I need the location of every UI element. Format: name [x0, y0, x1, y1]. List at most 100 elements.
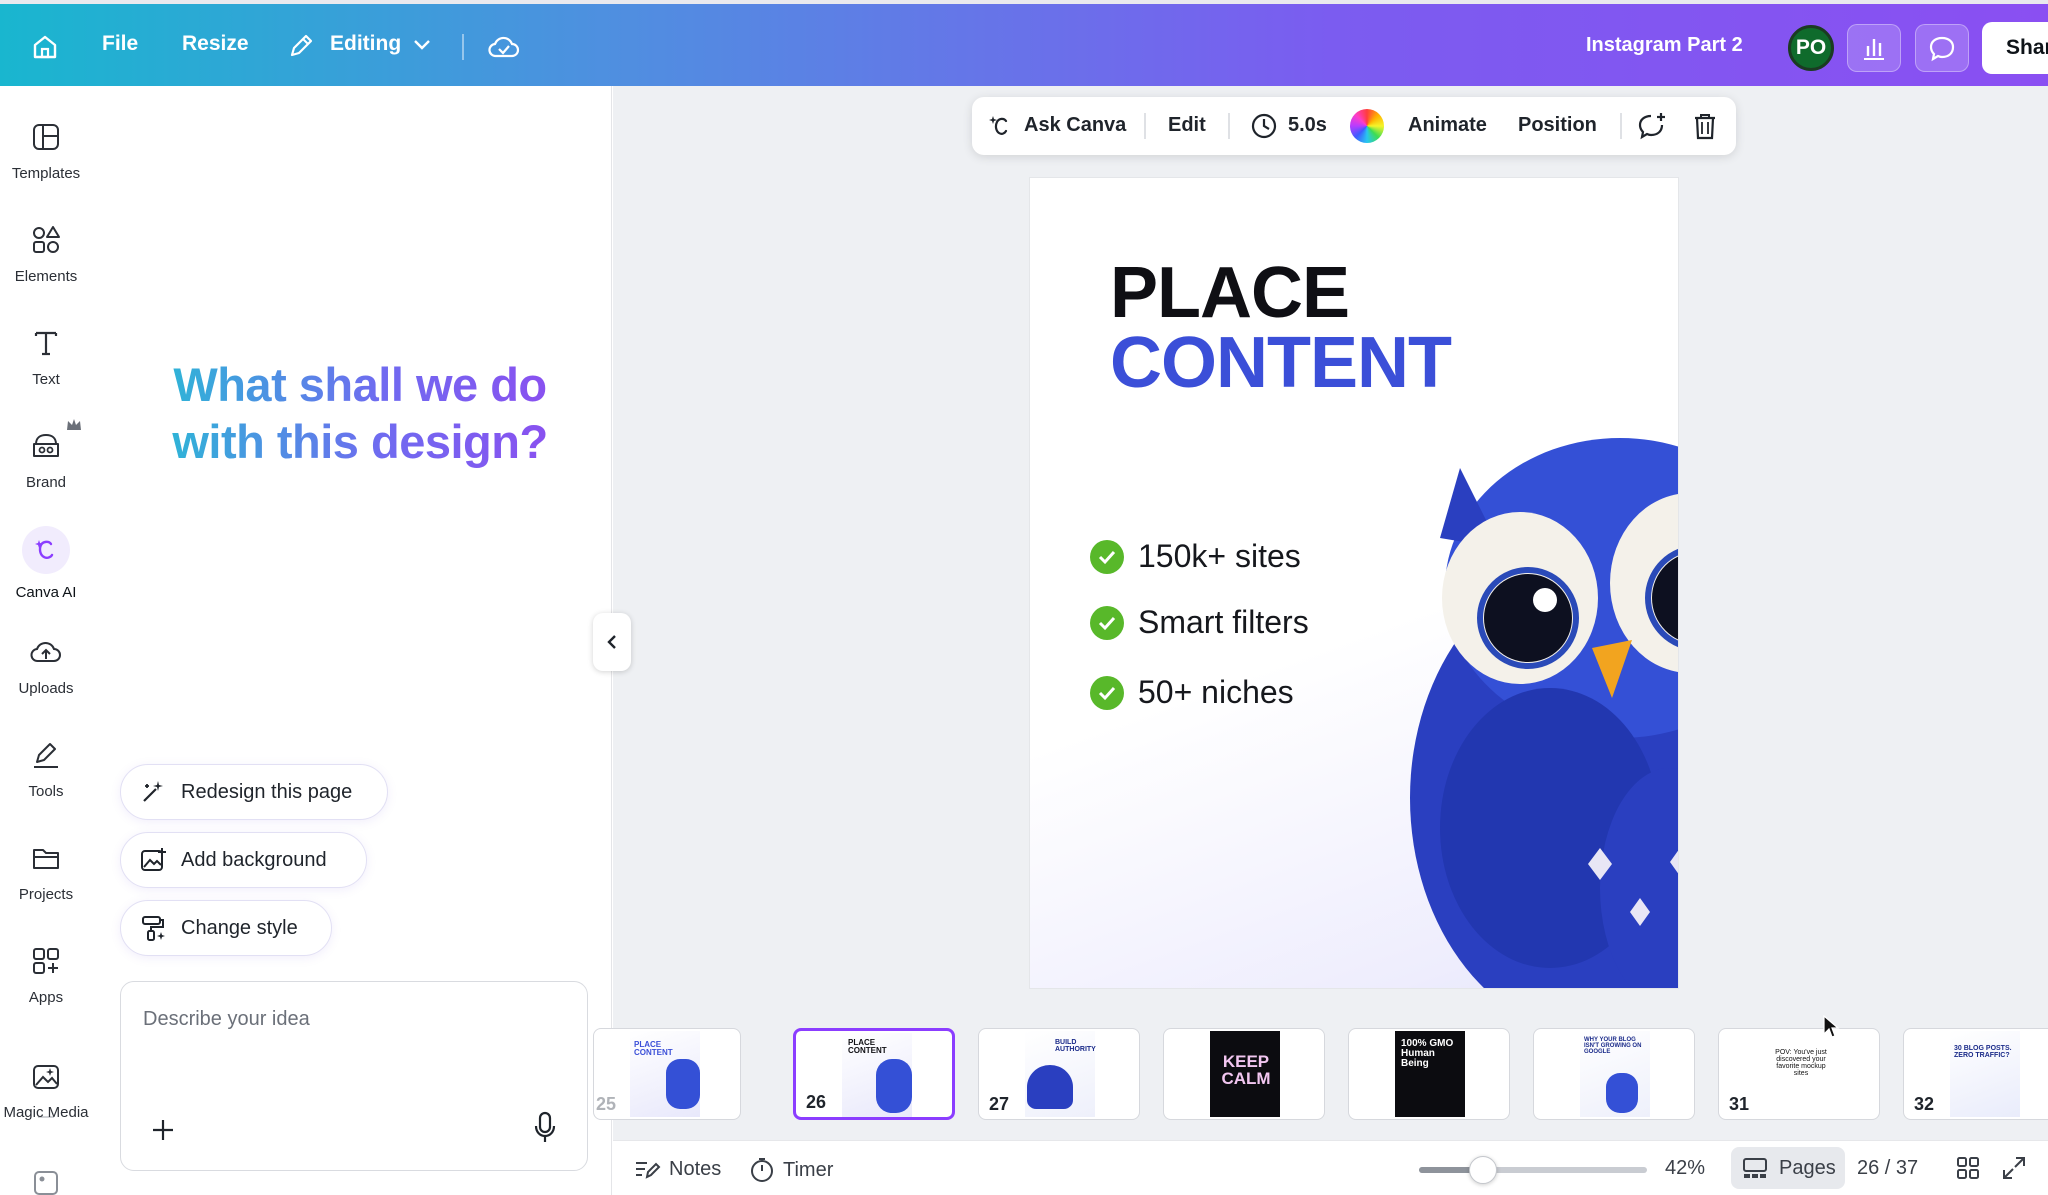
thumbnail-preview-text: 100% GMO Human Being: [1401, 1038, 1454, 1069]
timer-label: Timer: [783, 1158, 834, 1181]
design-bullet-text: 150k+ sites: [1138, 538, 1301, 574]
canva-ai-icon: [22, 526, 70, 574]
edit-button[interactable]: Edit: [1168, 114, 1206, 137]
rail-item-elements[interactable]: Elements: [0, 222, 92, 285]
thumbnail-preview-text: BUILD AUTHORITY: [1055, 1039, 1096, 1053]
change-style-label: Change style: [181, 916, 298, 939]
page-thumbnail[interactable]: 100% GMO Human Being 29: [1348, 1028, 1510, 1120]
avatar[interactable]: PO: [1788, 25, 1834, 71]
thumbnail-preview: 100% GMO Human Being: [1395, 1031, 1465, 1117]
timer-button[interactable]: Timer: [749, 1157, 833, 1183]
rail-item-uploads[interactable]: Uploads: [0, 634, 92, 697]
page-thumbnail[interactable]: WHY YOUR BLOG ISN'T GROWING ON GOOGLE 30: [1533, 1028, 1695, 1120]
thumbnail-preview: KEEP CALM: [1210, 1031, 1280, 1117]
rail-item-projects[interactable]: Projects: [0, 840, 92, 903]
rail-item-templates[interactable]: Templates: [0, 119, 92, 182]
rail-label-elements: Elements: [14, 268, 78, 285]
elements-icon: [28, 222, 64, 258]
apps-icon: [28, 943, 64, 979]
design-page[interactable]: PLACE CONTENT 150k+ sites Smart filters …: [1030, 178, 1678, 988]
thumbnail-preview: PLACE CONTENT: [842, 1033, 912, 1117]
redesign-page-button[interactable]: Redesign this page: [120, 764, 388, 820]
page-thumbnail[interactable]: 30 BLOG POSTS. ZERO TRAFFIC? 32: [1903, 1028, 2048, 1120]
resize-menu[interactable]: Resize: [182, 32, 249, 56]
page-thumbnail[interactable]: POV: You've just discovered your favorit…: [1718, 1028, 1880, 1120]
thumbnail-number: 31: [1729, 1094, 1750, 1114]
notes-button[interactable]: Notes: [633, 1157, 721, 1181]
home-icon[interactable]: [28, 30, 62, 64]
comments-button[interactable]: [1915, 24, 1969, 72]
design-title-line2[interactable]: CONTENT: [1110, 322, 1452, 404]
rail-item-apps[interactable]: Apps: [0, 943, 92, 1006]
thumbnail-number: 28: [1174, 1094, 1195, 1114]
chevron-down-icon[interactable]: [412, 38, 432, 57]
rail-label-brand: Brand: [25, 474, 67, 491]
trash-icon[interactable]: [1692, 111, 1718, 146]
position-button[interactable]: Position: [1518, 114, 1597, 137]
panel-heading: What shall we do with this design?: [160, 356, 560, 470]
pages-icon: [1743, 1158, 1767, 1178]
left-rail: Templates Elements Text Brand Canva AI U…: [0, 86, 92, 1195]
fullscreen-icon[interactable]: [2001, 1155, 2027, 1186]
owl-thumbnail-shape: [1606, 1073, 1638, 1113]
add-background-button[interactable]: Add background: [120, 832, 367, 888]
crown-icon: [66, 418, 82, 437]
thumbnail-number: 26: [806, 1092, 827, 1112]
thumbnail-number: 29: [1359, 1094, 1380, 1114]
plus-icon[interactable]: [149, 1116, 177, 1144]
share-button[interactable]: Shar: [1982, 22, 2048, 74]
insights-button[interactable]: [1847, 24, 1901, 72]
rail-label-magic-media: Magic Media: [3, 1104, 89, 1121]
rail-item-tools[interactable]: Tools: [0, 737, 92, 800]
chevron-left-icon: [607, 635, 616, 649]
page-thumbnail[interactable]: BUILD AUTHORITY 27: [978, 1028, 1140, 1120]
rail-item-brand[interactable]: Brand: [0, 419, 92, 491]
rail-item-text[interactable]: Text: [0, 325, 92, 388]
page-counter[interactable]: 26 / 37: [1857, 1157, 1918, 1180]
idea-input[interactable]: [143, 1008, 563, 1031]
design-bullet-text: 50+ niches: [1138, 674, 1294, 710]
duration-button[interactable]: 5.0s: [1288, 114, 1327, 137]
page-thumbnail[interactable]: PLACE CONTENT 25: [593, 1028, 741, 1120]
pages-button[interactable]: Pages: [1731, 1147, 1845, 1189]
editing-mode-dropdown[interactable]: Editing: [330, 32, 401, 56]
design-bullet-text: Smart filters: [1138, 604, 1309, 640]
page-thumbnail[interactable]: KEEP CALM 28: [1163, 1028, 1325, 1120]
color-picker-icon[interactable]: [1350, 109, 1384, 143]
thumbnail-preview: WHY YOUR BLOG ISN'T GROWING ON GOOGLE: [1580, 1031, 1650, 1117]
notes-icon: [636, 1162, 661, 1179]
zoom-level[interactable]: 42%: [1665, 1157, 1705, 1180]
design-bullet[interactable]: Smart filters: [1090, 604, 1309, 641]
add-comment-icon[interactable]: [1636, 111, 1668, 146]
toolbar-divider: [1620, 113, 1622, 139]
bottom-bar: Notes Timer 42% Pages 26 / 37: [613, 1140, 2048, 1195]
thumbnail-preview: 30 BLOG POSTS. ZERO TRAFFIC?: [1950, 1031, 2020, 1117]
design-bullet[interactable]: 50+ niches: [1090, 674, 1294, 711]
magic-wand-icon: [143, 781, 163, 802]
thumbnail-number: 32: [1914, 1094, 1935, 1114]
rail-item-canva-ai[interactable]: Canva AI: [0, 526, 92, 601]
design-title[interactable]: Instagram Part 2: [1586, 34, 1743, 57]
rail-label-canva-ai: Canva AI: [15, 584, 77, 601]
check-circle-icon: [1090, 675, 1124, 710]
rail-item-photos-partial[interactable]: [0, 1164, 92, 1195]
check-circle-icon: [1090, 539, 1124, 574]
ask-canva-button[interactable]: Ask Canva: [1024, 114, 1126, 137]
change-style-button[interactable]: Change style: [120, 900, 332, 956]
zoom-slider[interactable]: [1419, 1156, 1647, 1184]
design-bullet[interactable]: 150k+ sites: [1090, 538, 1301, 575]
rail-label-text: Text: [32, 371, 60, 388]
image-add-icon: [141, 848, 166, 871]
rail-item-magic-media[interactable]: Magic Media: [0, 1058, 92, 1121]
top-bar: File Resize Editing Instagram Part 2 PO …: [0, 4, 2048, 86]
collapse-panel-button[interactable]: [593, 613, 631, 671]
animate-button[interactable]: Animate: [1408, 114, 1487, 137]
owl-thumbnail-shape: [876, 1059, 912, 1113]
grid-view-icon[interactable]: [1955, 1155, 1981, 1186]
zoom-slider-handle[interactable]: [1468, 1156, 1497, 1184]
microphone-icon[interactable]: [531, 1110, 559, 1146]
rail-label-templates: Templates: [11, 165, 81, 182]
page-thumbnail-active[interactable]: PLACE CONTENT 26: [793, 1028, 955, 1120]
file-menu[interactable]: File: [102, 32, 138, 56]
cloud-saved-icon[interactable]: [487, 32, 521, 60]
